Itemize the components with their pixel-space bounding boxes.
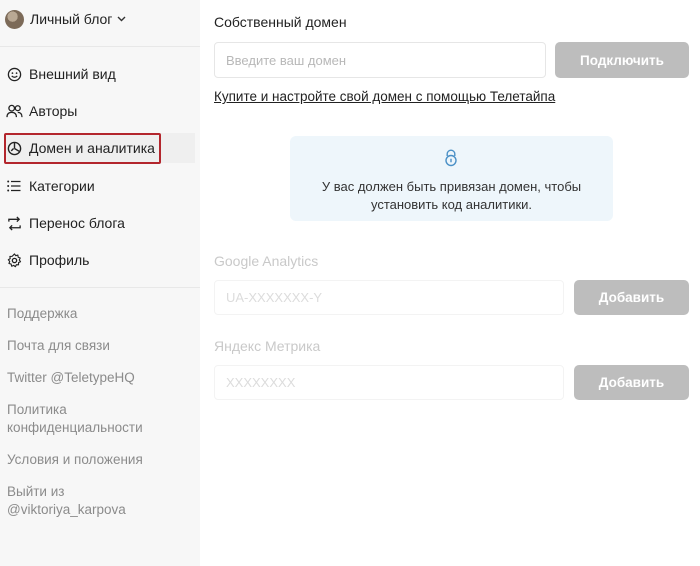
support-link[interactable]: Поддержка [7,305,192,323]
sidebar-divider [0,46,200,47]
google-analytics-title: Google Analytics [214,253,319,269]
analytics-icon [5,139,23,157]
sidebar-item-label: Профиль [29,252,90,268]
lock-icon [443,149,459,167]
sidebar-item-authors[interactable]: Авторы [5,96,195,126]
google-analytics-input[interactable] [214,280,564,315]
sidebar-item-label: Авторы [29,103,78,119]
sidebar-item-appearance[interactable]: Внешний вид [5,59,195,89]
blog-switcher[interactable]: Личный блог [5,9,126,29]
yandex-metrika-title: Яндекс Метрика [214,338,321,354]
list-icon [5,177,23,195]
sidebar-item-transfer[interactable]: Перенос блога [5,208,195,238]
users-icon [5,102,23,120]
domain-section-title: Собственный домен [214,14,347,30]
sidebar-item-label: Перенос блога [29,215,125,231]
transfer-icon [5,214,23,232]
sidebar-divider [0,287,200,288]
chevron-down-icon [117,16,126,22]
blog-name: Личный блог [30,11,113,27]
contact-email-link[interactable]: Почта для связи [7,337,192,355]
smile-icon [5,65,23,83]
notice-text: У вас должен быть привязан домен, чтобы … [321,179,582,212]
analytics-notice: У вас должен быть привязан домен, чтобы … [290,136,613,221]
domain-input[interactable] [214,42,546,78]
add-google-analytics-button[interactable]: Добавить [574,280,689,315]
add-yandex-metrika-button[interactable]: Добавить [574,365,689,400]
buy-domain-link[interactable]: Купите и настройте свой домен с помощью … [214,89,555,104]
logout-link[interactable]: Выйти из @viktoriya_karpova [7,483,147,519]
twitter-link[interactable]: Twitter @TeletypeHQ [7,369,192,387]
sidebar-item-categories[interactable]: Категории [5,171,195,201]
sidebar-item-profile[interactable]: Профиль [5,245,195,275]
avatar [5,9,24,29]
privacy-policy-link[interactable]: Политика конфиденциальности [7,401,157,437]
sidebar-item-label: Категории [29,178,95,194]
gear-icon [5,251,23,269]
sidebar: Личный блог Внешний вид Авторы Домен и а… [0,0,200,566]
terms-link[interactable]: Условия и положения [7,451,192,469]
sidebar-item-label: Домен и аналитика [29,140,155,156]
yandex-metrika-input[interactable] [214,365,564,400]
connect-button[interactable]: Подключить [555,42,689,78]
sidebar-item-label: Внешний вид [29,66,116,82]
sidebar-item-domain-analytics[interactable]: Домен и аналитика [5,133,195,163]
